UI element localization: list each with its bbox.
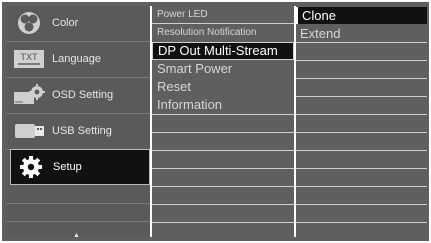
submenu-smart-power[interactable]: Smart Power [152, 60, 294, 78]
category-usb-setting[interactable]: USB Setting [6, 114, 150, 150]
submenu-power-led[interactable]: Power LED [152, 7, 294, 23]
category-setup[interactable]: Setup [10, 149, 150, 185]
svg-text:TXT: TXT [19, 53, 38, 63]
row-divider [296, 114, 427, 115]
category-empty-row [6, 186, 150, 204]
category-empty-row [6, 204, 150, 222]
row-divider [296, 204, 427, 205]
row-divider [152, 132, 294, 133]
row-divider [152, 204, 294, 205]
osd-gear-icon [14, 84, 45, 104]
row-divider [296, 222, 427, 223]
scroll-up-icon[interactable]: ▲ [73, 232, 80, 239]
row-divider [296, 96, 427, 97]
osd-menu: Color TXT Language OSD Setting USB Setti… [2, 2, 429, 241]
row-divider [296, 150, 427, 151]
row-divider [296, 186, 427, 187]
category-menu: Color TXT Language OSD Setting USB Setti… [6, 6, 150, 239]
txt-keyboard-icon: TXT [14, 50, 44, 68]
row-divider [152, 168, 294, 169]
row-divider [296, 42, 427, 43]
row-divider [296, 168, 427, 169]
row-divider [152, 114, 294, 115]
category-usb-setting-label: USB Setting [52, 125, 112, 137]
row-divider [296, 60, 427, 61]
row-divider [152, 222, 294, 223]
submenu-dp-out-multi-stream[interactable]: DP Out Multi-Stream [152, 42, 294, 60]
dp-out-options: Clone Extend [296, 6, 427, 237]
option-extend[interactable]: Extend [296, 25, 427, 42]
gear-icon [20, 156, 42, 178]
submenu-resolution-notification[interactable]: Resolution Notification [152, 25, 294, 41]
category-osd-setting-label: OSD Setting [52, 89, 114, 101]
color-circles-icon [18, 12, 40, 34]
row-divider [296, 132, 427, 133]
category-language[interactable]: TXT Language [6, 42, 150, 78]
usb-connector-icon [15, 124, 44, 138]
column-divider [150, 6, 152, 237]
category-setup-label: Setup [53, 161, 82, 173]
column-divider [294, 6, 296, 237]
row-divider [152, 150, 294, 151]
row-divider [296, 78, 427, 79]
option-clone[interactable]: Clone [296, 7, 427, 24]
submenu-reset[interactable]: Reset [152, 78, 294, 96]
category-color[interactable]: Color [6, 6, 150, 42]
category-osd-setting[interactable]: OSD Setting [6, 78, 150, 114]
row-divider [152, 23, 294, 24]
setup-submenu: Power LED Resolution Notification DP Out… [152, 6, 294, 237]
category-language-label: Language [52, 53, 101, 65]
category-color-label: Color [52, 17, 79, 29]
submenu-information[interactable]: Information [152, 96, 294, 114]
row-divider [152, 186, 294, 187]
